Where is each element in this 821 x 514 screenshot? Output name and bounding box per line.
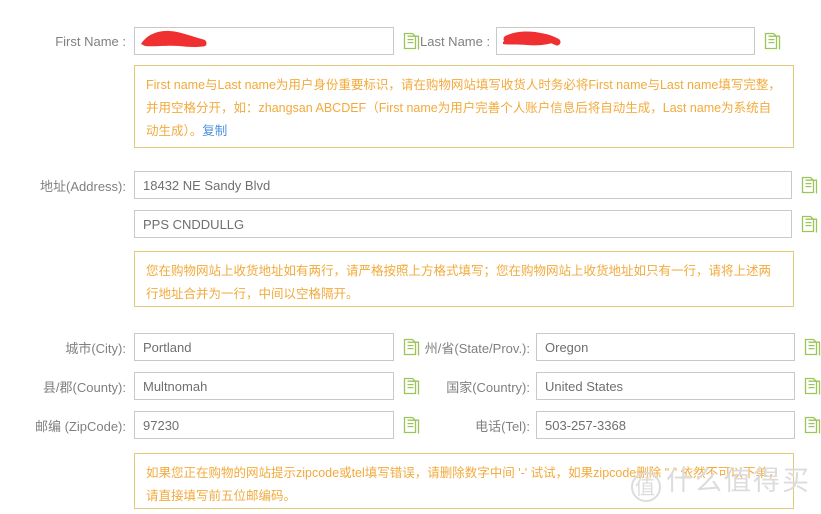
address-line-2-value: PPS CNDDULLG xyxy=(143,216,245,232)
first-name-label: First Name : xyxy=(55,33,126,49)
address-notice-text: 您在购物网站上收货地址如有两行，请严格按照上方格式填写；您在购物网站上收货地址如… xyxy=(146,264,772,301)
county-label: 县/郡(County): xyxy=(42,379,126,395)
address-label: 地址(Address): xyxy=(40,178,126,194)
address-line-2-row: PPS CNDDULLG xyxy=(0,209,821,239)
state-label: 州/省(State/Prov.): xyxy=(424,340,530,356)
country-value: United States xyxy=(545,378,624,394)
watermark-text: 什么值得买 xyxy=(666,466,811,497)
zip-tel-row: 邮编 (ZipCode): 97230 电话(Tel): 503-257-336… xyxy=(0,410,821,440)
redaction-mark xyxy=(503,31,561,46)
name-row: First Name : Last Name : xyxy=(0,25,821,57)
address-line-1-value: 18432 NE Sandy Blvd xyxy=(143,177,271,193)
state-value: Oregon xyxy=(545,339,589,355)
address-notice-box: 您在购物网站上收货地址如有两行，请严格按照上方格式填写；您在购物网站上收货地址如… xyxy=(134,251,794,307)
city-value: Portland xyxy=(143,339,192,355)
site-watermark: 值什么值得买 xyxy=(631,459,811,502)
zipcode-input[interactable]: 97230 xyxy=(134,411,394,439)
country-label: 国家(Country): xyxy=(446,379,530,395)
address-line-1-row: 地址(Address): 18432 NE Sandy Blvd xyxy=(0,170,821,200)
tel-value: 503-257-3368 xyxy=(545,417,626,433)
county-value: Multnomah xyxy=(143,378,208,394)
copy-document-icon-zipcode[interactable] xyxy=(403,416,420,435)
copy-document-icon-address-2[interactable] xyxy=(801,215,818,234)
first-name-input[interactable] xyxy=(134,27,394,55)
name-notice-text: First name与Last name为用户身份重要标识，请在购物网站填写收货… xyxy=(146,78,781,138)
copy-document-icon-state[interactable] xyxy=(804,338,821,357)
city-state-row: 城市(City): Portland 州/省(State/Prov.): Ore… xyxy=(0,332,821,362)
county-input[interactable]: Multnomah xyxy=(134,372,394,400)
last-name-input[interactable] xyxy=(496,27,755,55)
copy-document-icon-country[interactable] xyxy=(804,377,821,396)
state-input[interactable]: Oregon xyxy=(536,333,795,361)
tel-label: 电话(Tel): xyxy=(475,418,530,434)
copy-document-icon-first-name[interactable] xyxy=(403,32,420,51)
copy-link[interactable]: 复制 xyxy=(202,124,227,138)
zipcode-value: 97230 xyxy=(143,417,180,433)
last-name-label: Last Name : xyxy=(420,33,491,49)
copy-document-icon-address-1[interactable] xyxy=(801,176,818,195)
redaction-mark xyxy=(141,30,207,47)
copy-document-icon-tel[interactable] xyxy=(804,416,821,435)
country-input[interactable]: United States xyxy=(536,372,795,400)
copy-document-icon-county[interactable] xyxy=(403,377,420,396)
copy-document-icon-city[interactable] xyxy=(403,338,420,357)
name-notice-box: First name与Last name为用户身份重要标识，请在购物网站填写收货… xyxy=(134,65,794,148)
county-country-row: 县/郡(County): Multnomah 国家(Country): Unit… xyxy=(0,371,821,401)
address-line-2-input[interactable]: PPS CNDDULLG xyxy=(134,210,792,238)
copy-document-icon-last-name[interactable] xyxy=(764,32,781,51)
zipcode-label: 邮编 (ZipCode): xyxy=(34,418,126,434)
watermark-badge: 值 xyxy=(631,472,661,502)
city-label: 城市(City): xyxy=(65,340,126,356)
address-form-page: First Name : Last Name : First name与Last… xyxy=(0,0,821,514)
city-input[interactable]: Portland xyxy=(134,333,394,361)
tel-input[interactable]: 503-257-3368 xyxy=(536,411,795,439)
address-line-1-input[interactable]: 18432 NE Sandy Blvd xyxy=(134,171,792,199)
